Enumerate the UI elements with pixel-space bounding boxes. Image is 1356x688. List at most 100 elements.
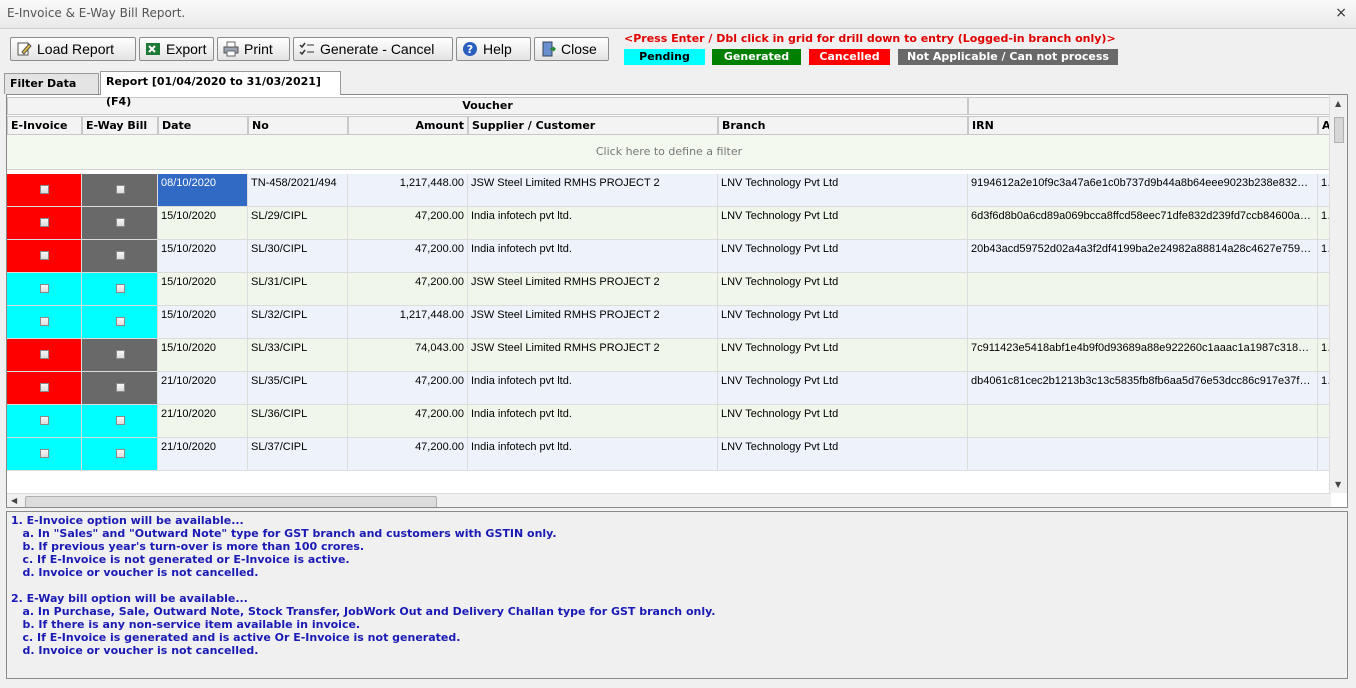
eway-status-cell[interactable] [82,273,158,306]
eway-status-cell[interactable] [82,306,158,339]
col-header-no[interactable]: No [248,116,348,135]
eway-status-cell[interactable] [82,240,158,273]
eway-checkbox[interactable] [116,284,125,293]
cell-no[interactable]: SL/33/CIPL [248,339,348,372]
eway-status-cell[interactable] [82,339,158,372]
cell-date[interactable]: 15/10/2020 [158,339,248,372]
cell-no[interactable]: SL/36/CIPL [248,405,348,438]
table-row[interactable]: 15/10/2020 SL/32/CIPL 1,217,448.00 JSW Stee… [7,306,1331,339]
einvoice-status-cell[interactable] [7,438,82,471]
scroll-down-icon[interactable]: ▼ [1335,480,1341,489]
cell-amount[interactable]: 47,200.00 [348,240,468,273]
print-button[interactable]: Print [217,37,290,61]
cell-branch[interactable]: LNV Technology Pvt Ltd [718,405,968,438]
define-filter-row[interactable]: Click here to define a filter [7,135,1331,170]
vertical-scroll-thumb[interactable] [1334,117,1344,143]
eway-checkbox[interactable] [116,218,125,227]
cell-branch[interactable]: LNV Technology Pvt Ltd [718,438,968,471]
table-row[interactable]: 15/10/2020 SL/31/CIPL 47,200.00 JSW Steel L… [7,273,1331,306]
eway-checkbox[interactable] [116,350,125,359]
cell-party[interactable]: JSW Steel Limited RMHS PROJECT 2 [468,174,718,207]
eway-checkbox[interactable] [116,449,125,458]
einvoice-status-cell[interactable] [7,174,82,207]
cell-amount[interactable]: 47,200.00 [348,405,468,438]
cell-irn[interactable]: 9194612a2e10f9c3a47a6e1c0b737d9b44a8b64e… [968,174,1318,207]
table-row[interactable]: 21/10/2020 SL/35/CIPL 47,200.00 India infot… [7,372,1331,405]
cell-irn[interactable]: 6d3f6d8b0a6cd89a069bcca8ffcd58eec71dfe83… [968,207,1318,240]
cell-date[interactable]: 15/10/2020 [158,240,248,273]
cell-irn[interactable]: db4061c81cec2b1213b3c13c5835fb8fb6aa5d76… [968,372,1318,405]
vertical-scrollbar[interactable]: ▲ ▼ [1329,95,1347,493]
einvoice-checkbox[interactable] [40,416,49,425]
generate-cancel-button[interactable]: Generate - Cancel [293,37,453,61]
cell-branch[interactable]: LNV Technology Pvt Ltd [718,372,968,405]
cell-irn[interactable] [968,273,1318,306]
table-row[interactable]: 15/10/2020 SL/33/CIPL 74,043.00 JSW Steel L… [7,339,1331,372]
cell-amount[interactable]: 47,200.00 [348,207,468,240]
cell-irn[interactable]: 7c911423e5418abf1e4b9f0d93689a88e922260c… [968,339,1318,372]
eway-status-cell[interactable] [82,405,158,438]
einvoice-status-cell[interactable] [7,273,82,306]
col-header-date[interactable]: Date [158,116,248,135]
tab-filter-data[interactable]: Filter Data (F3) [4,73,99,110]
cell-amount[interactable]: 1,217,448.00 [348,306,468,339]
scroll-left-icon[interactable]: ◀ [11,496,17,505]
cell-branch[interactable]: LNV Technology Pvt Ltd [718,339,968,372]
cell-no[interactable]: SL/29/CIPL [248,207,348,240]
eway-checkbox[interactable] [116,383,125,392]
export-button[interactable]: Export [139,37,214,61]
cell-branch[interactable]: LNV Technology Pvt Ltd [718,174,968,207]
horizontal-scroll-thumb[interactable] [25,496,437,507]
cell-date-selected[interactable]: 08/10/2020 [158,174,248,207]
report-grid[interactable]: Voucher E-Invoice E-Way Bill Date No Amo… [7,95,1331,493]
cell-amount[interactable]: 47,200.00 [348,438,468,471]
horizontal-scrollbar[interactable]: ◀ [7,493,1331,507]
einvoice-status-cell[interactable] [7,405,82,438]
cell-no[interactable]: SL/32/CIPL [248,306,348,339]
eway-checkbox[interactable] [116,317,125,326]
einvoice-status-cell[interactable] [7,372,82,405]
eway-checkbox[interactable] [116,251,125,260]
tab-report[interactable]: Report [01/04/2020 to 31/03/2021] (F4) [100,71,341,108]
cell-amount[interactable]: 47,200.00 [348,372,468,405]
einvoice-checkbox[interactable] [40,449,49,458]
close-button[interactable]: Close [534,37,609,61]
cell-irn[interactable] [968,438,1318,471]
cell-party[interactable]: India infotech pvt ltd. [468,405,718,438]
cell-branch[interactable]: LNV Technology Pvt Ltd [718,240,968,273]
col-header-irn[interactable]: IRN [968,116,1318,135]
col-header-supplier[interactable]: Supplier / Customer [468,116,718,135]
cell-party[interactable]: JSW Steel Limited RMHS PROJECT 2 [468,339,718,372]
table-row[interactable]: 08/10/2020 TN-458/2021/494 1,217,448.00 JSW… [7,174,1331,207]
cell-amount[interactable]: 47,200.00 [348,273,468,306]
cell-no[interactable]: SL/30/CIPL [248,240,348,273]
cell-party[interactable]: India infotech pvt ltd. [468,240,718,273]
eway-status-cell[interactable] [82,372,158,405]
einvoice-checkbox[interactable] [40,218,49,227]
cell-date[interactable]: 15/10/2020 [158,207,248,240]
load-report-button[interactable]: Load Report [10,37,136,61]
cell-party[interactable]: India infotech pvt ltd. [468,207,718,240]
scroll-up-icon[interactable]: ▲ [1335,99,1341,108]
cell-branch[interactable]: LNV Technology Pvt Ltd [718,273,968,306]
cell-irn[interactable] [968,306,1318,339]
table-row[interactable]: 15/10/2020 SL/29/CIPL 47,200.00 India infot… [7,207,1331,240]
cell-irn[interactable]: 20b43acd59752d02a4a3f2df4199ba2e24982a88… [968,240,1318,273]
col-header-branch[interactable]: Branch [718,116,968,135]
einvoice-checkbox[interactable] [40,350,49,359]
cell-no[interactable]: SL/37/CIPL [248,438,348,471]
cell-party[interactable]: India infotech pvt ltd. [468,372,718,405]
eway-checkbox[interactable] [116,185,125,194]
help-button[interactable]: ? Help [456,37,531,61]
cell-amount[interactable]: 74,043.00 [348,339,468,372]
col-header-eway[interactable]: E-Way Bill [82,116,158,135]
cell-party[interactable]: JSW Steel Limited RMHS PROJECT 2 [468,306,718,339]
table-row[interactable]: 15/10/2020 SL/30/CIPL 47,200.00 India infot… [7,240,1331,273]
table-row[interactable]: 21/10/2020 SL/37/CIPL 47,200.00 India infot… [7,438,1331,471]
eway-status-cell[interactable] [82,438,158,471]
cell-date[interactable]: 21/10/2020 [158,438,248,471]
close-icon[interactable]: × [1335,5,1347,21]
eway-status-cell[interactable] [82,207,158,240]
cell-party[interactable]: JSW Steel Limited RMHS PROJECT 2 [468,273,718,306]
cell-amount[interactable]: 1,217,448.00 [348,174,468,207]
